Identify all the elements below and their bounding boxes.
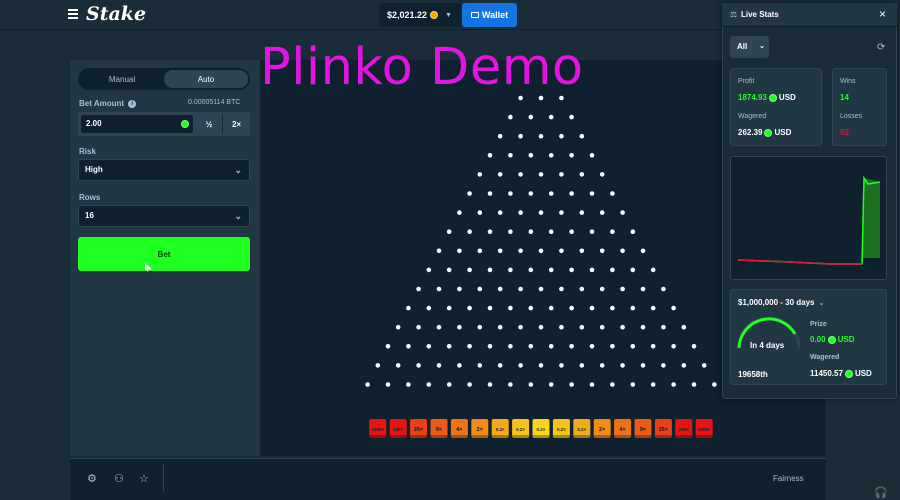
rows-value: 16 xyxy=(85,211,94,220)
reset-stats-icon[interactable]: ⟳ xyxy=(877,42,885,53)
chevron-down-icon: ⌄ xyxy=(234,165,242,175)
wagered-label: Wagered xyxy=(738,113,767,120)
live-stats-icon: ⚖ xyxy=(730,10,738,19)
half-bet-button[interactable]: ½ xyxy=(196,114,223,134)
profit-chart xyxy=(737,175,881,265)
chevron-down-icon: ▼ xyxy=(445,11,452,19)
bet-amount-label-text: Bet Amount xyxy=(79,99,125,108)
risk-value: High xyxy=(85,165,103,174)
currency-coin-icon xyxy=(430,11,439,19)
usd-coin-icon xyxy=(764,128,773,137)
profit-currency: USD xyxy=(778,93,796,102)
usd-coin-icon xyxy=(827,335,836,344)
wallet-button[interactable]: Wallet xyxy=(462,3,517,27)
bet-amount-value: 2.00 xyxy=(86,119,102,128)
risk-select[interactable]: High ⌄ xyxy=(78,159,250,181)
tab-manual[interactable]: Manual xyxy=(80,70,164,88)
race-wagered-amount: 11450.57 xyxy=(810,369,843,378)
prize-value: 0.00 USD xyxy=(810,335,854,344)
profit-label: Profit xyxy=(738,78,755,85)
losses-count: 92 xyxy=(840,128,849,137)
race-wagered-currency: USD xyxy=(854,369,872,378)
stake-logo[interactable]: Stake xyxy=(86,3,146,25)
profit-value: 1874.93 USD xyxy=(738,93,796,102)
profit-amount: 1874.93 xyxy=(738,93,767,102)
profit-chart-negative-line xyxy=(737,259,862,265)
bet-mode-tabs: Manual Auto xyxy=(78,68,250,90)
risk-label: Risk xyxy=(79,147,96,156)
prize-label: Prize xyxy=(810,321,827,328)
wallet-label: Wallet xyxy=(481,10,509,20)
chevron-down-icon: ⌄ xyxy=(759,43,765,50)
rows-label: Rows xyxy=(79,193,101,202)
favorite-star-icon[interactable]: ☆ xyxy=(139,472,149,485)
settings-icon[interactable]: ⚙ xyxy=(87,472,97,485)
stats-filter-value: All xyxy=(737,42,748,51)
balance-amount: $2,021.22 xyxy=(387,10,428,20)
wagered-currency: USD xyxy=(774,128,792,137)
live-stats-title: Live Stats xyxy=(741,10,779,19)
balance-selector[interactable]: $2,021.22 ▼ xyxy=(379,3,461,27)
footer-divider xyxy=(163,464,164,492)
bet-amount-btc: 0.00005114 BTC xyxy=(188,99,241,106)
chevron-down-icon: ⌄ xyxy=(234,211,242,221)
stats-filter-select[interactable]: All ⌄ xyxy=(730,36,769,58)
race-countdown: In 4 days xyxy=(750,341,785,350)
tab-auto[interactable]: Auto xyxy=(164,70,248,88)
losses-label: Losses xyxy=(840,113,863,120)
close-icon[interactable]: × xyxy=(879,7,886,21)
menu-icon[interactable] xyxy=(68,9,78,19)
usd-coin-icon xyxy=(768,93,777,102)
wins-count: 14 xyxy=(840,93,849,102)
race-title[interactable]: $1,000,000 - 30 days ⌄ xyxy=(738,298,824,307)
usd-coin-icon xyxy=(181,120,189,128)
game-footer xyxy=(70,458,826,500)
prize-amount: 0.00 xyxy=(810,335,826,344)
wagered-value: 262.39 USD xyxy=(738,128,791,137)
profit-chart-positive-area xyxy=(862,178,880,258)
losses-value: 92 xyxy=(840,128,849,137)
wagered-amount: 262.39 xyxy=(738,128,763,137)
fairness-link[interactable]: Fairness xyxy=(773,474,804,483)
double-bet-button[interactable]: 2× xyxy=(223,114,250,134)
race-rank: 19658th xyxy=(738,370,768,379)
wins-value: 14 xyxy=(840,93,849,102)
bet-amount-label: Bet Amount i xyxy=(79,99,137,108)
wins-label: Wins xyxy=(840,78,856,85)
rows-select[interactable]: 16 ⌄ xyxy=(78,205,250,227)
info-icon[interactable]: i xyxy=(128,99,137,108)
stats-icon[interactable]: ⚇ xyxy=(114,472,124,485)
bet-amount-input[interactable]: 2.00 xyxy=(80,114,194,134)
prize-currency: USD xyxy=(837,335,855,344)
bet-button[interactable]: Bet xyxy=(78,237,250,271)
support-headset-icon[interactable]: 🎧 xyxy=(874,486,888,499)
chevron-down-icon: ⌄ xyxy=(818,299,825,307)
overlay-title: Plinko Demo xyxy=(260,38,584,97)
usd-coin-icon xyxy=(844,369,853,378)
race-wagered-value: 11450.57 USD xyxy=(810,369,872,378)
race-wagered-label: Wagered xyxy=(810,354,840,361)
race-title-text: $1,000,000 - 30 days xyxy=(738,298,815,307)
profit-chart-line xyxy=(737,175,881,265)
wallet-icon xyxy=(470,12,479,18)
